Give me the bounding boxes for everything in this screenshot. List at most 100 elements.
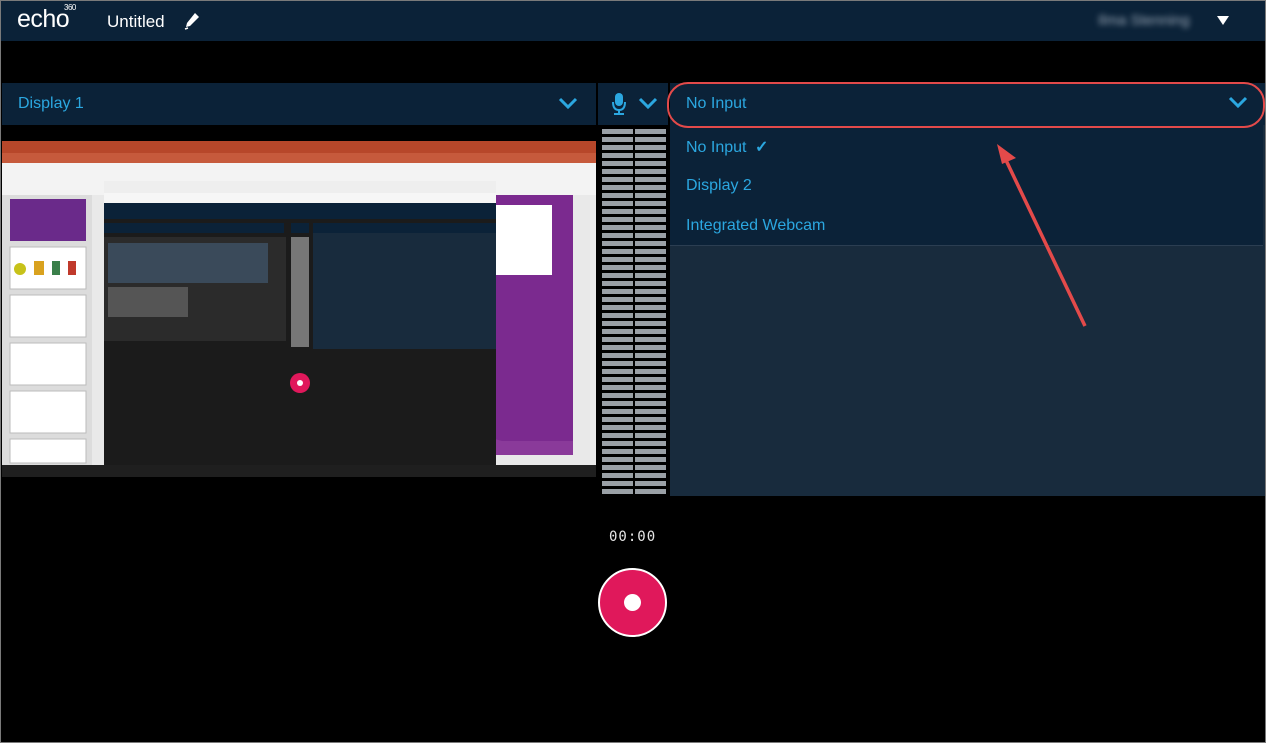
meter-segment	[635, 457, 666, 462]
primary-source-select[interactable]: Display 1	[2, 83, 596, 125]
caret-down-icon[interactable]	[1214, 11, 1232, 29]
meter-segment	[602, 377, 633, 382]
meter-segment	[635, 193, 666, 198]
meter-segment	[602, 441, 633, 446]
echo360-logo: echo 360	[17, 3, 76, 34]
meter-segment	[635, 169, 666, 174]
meter-segment	[602, 401, 633, 406]
meter-segment	[635, 233, 666, 238]
meter-segment	[602, 265, 633, 270]
microphone-icon	[612, 93, 626, 115]
logo-superscript: 360	[64, 3, 76, 12]
chevron-down-icon	[638, 97, 658, 110]
meter-segment	[635, 449, 666, 454]
echo360-capture-window: echo 360 Untitled Ilma Stenning Display 1…	[0, 0, 1266, 743]
meter-segment	[635, 209, 666, 214]
meter-segment	[635, 481, 666, 486]
meter-segment	[602, 473, 633, 478]
meter-segment	[602, 489, 633, 494]
dropdown-item-label: Display 2	[686, 177, 752, 194]
meter-segment	[635, 321, 666, 326]
meter-segment	[602, 313, 633, 318]
meter-segment	[635, 185, 666, 190]
meter-segment	[602, 457, 633, 462]
meter-segment	[602, 297, 633, 302]
dropdown-item-integrated-webcam[interactable]: Integrated Webcam	[686, 217, 825, 235]
meter-segment	[602, 329, 633, 334]
audio-level-meter	[602, 129, 666, 494]
pencil-icon[interactable]	[184, 12, 200, 30]
meter-segment	[602, 145, 633, 150]
meter-segment	[635, 393, 666, 398]
meter-segment	[635, 361, 666, 366]
meter-segment	[602, 417, 633, 422]
primary-source-label: Display 1	[18, 95, 84, 112]
meter-segment	[602, 137, 633, 142]
dropdown-item-label: No Input	[686, 139, 747, 156]
record-button[interactable]	[598, 568, 667, 637]
logo-text: echo	[17, 5, 70, 33]
meter-segment	[635, 329, 666, 334]
record-dot-icon	[624, 594, 641, 611]
meter-segment	[635, 489, 666, 494]
meter-segment	[602, 289, 633, 294]
user-name[interactable]: Ilma Stenning	[1098, 12, 1190, 29]
meter-segment	[602, 201, 633, 206]
meter-segment	[635, 161, 666, 166]
recording-title[interactable]: Untitled	[107, 12, 165, 32]
meter-segment	[602, 449, 633, 454]
display-1-preview	[2, 141, 596, 477]
meter-segment	[635, 465, 666, 470]
meter-segment	[602, 361, 633, 366]
meter-segment	[602, 257, 633, 262]
meter-segment	[635, 425, 666, 430]
meter-segment	[635, 273, 666, 278]
meter-segment	[635, 129, 666, 134]
meter-segment	[602, 321, 633, 326]
meter-segment	[602, 369, 633, 374]
meter-segment	[635, 289, 666, 294]
meter-segment	[635, 313, 666, 318]
meter-segment	[602, 209, 633, 214]
meter-segment	[635, 257, 666, 262]
meter-segment	[635, 201, 666, 206]
meter-segment	[635, 353, 666, 358]
meter-segment	[602, 249, 633, 254]
meter-segment	[602, 177, 633, 182]
meter-segment	[602, 481, 633, 486]
meter-segment	[635, 241, 666, 246]
meter-segment	[602, 425, 633, 430]
meter-segment	[635, 265, 666, 270]
meter-segment	[635, 305, 666, 310]
meter-segment	[602, 345, 633, 350]
chevron-up-icon	[1228, 96, 1248, 109]
secondary-source-select[interactable]: No Input	[670, 83, 1265, 125]
meter-segment	[635, 337, 666, 342]
audio-source-select[interactable]	[598, 83, 668, 125]
secondary-source-label: No Input	[686, 95, 747, 112]
meter-segment	[635, 145, 666, 150]
dropdown-item-no-input[interactable]: No Input ✓	[686, 137, 768, 157]
meter-segment	[602, 225, 633, 230]
meter-segment	[635, 249, 666, 254]
meter-segment	[602, 169, 633, 174]
meter-segment	[602, 129, 633, 134]
meter-segment	[602, 433, 633, 438]
meter-segment	[602, 465, 633, 470]
meter-segment	[635, 137, 666, 142]
top-bar: echo 360 Untitled Ilma Stenning	[1, 1, 1265, 41]
recording-timer: 00:00	[609, 529, 657, 545]
meter-segment	[602, 353, 633, 358]
meter-segment	[602, 161, 633, 166]
meter-segment	[602, 185, 633, 190]
meter-segment	[635, 297, 666, 302]
meter-segment	[602, 233, 633, 238]
meter-segment	[602, 393, 633, 398]
meter-segment	[602, 409, 633, 414]
meter-segment	[635, 217, 666, 222]
meter-segment	[602, 241, 633, 246]
dropdown-item-display-2[interactable]: Display 2	[686, 177, 752, 195]
meter-segment	[602, 281, 633, 286]
meter-segment	[635, 153, 666, 158]
meter-segment	[635, 345, 666, 350]
